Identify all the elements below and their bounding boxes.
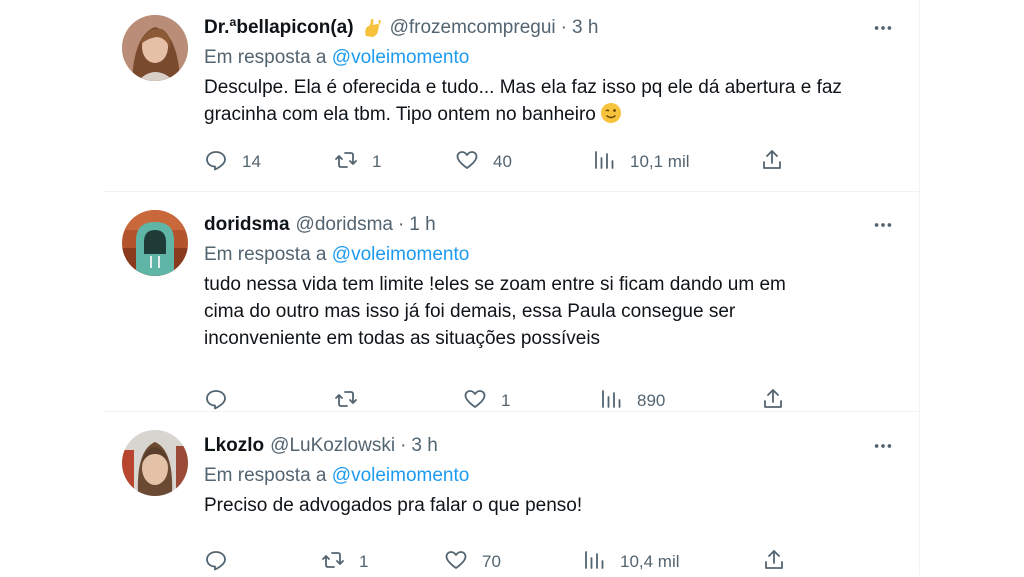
- timestamp[interactable]: 3 h: [411, 435, 437, 457]
- tweet-text-line: cima do outro mas isso já foi demais, es…: [204, 301, 736, 322]
- user-handle[interactable]: @frozemcompregui: [390, 17, 556, 39]
- heart-icon: [444, 548, 468, 577]
- display-name[interactable]: Lkozlo: [204, 435, 264, 457]
- user-handle[interactable]: @doridsma: [296, 214, 393, 236]
- share-button[interactable]: [762, 548, 786, 576]
- tweet[interactable]: doridsma @doridsma · 1 h Em resposta a @…: [103, 192, 920, 412]
- like-button[interactable]: 1: [463, 387, 510, 415]
- user-handle[interactable]: @LuKozlowski: [270, 435, 395, 457]
- tweet-content: Dr.ªbellapicon(a) @frozemcompregui · 3 h…: [204, 14, 904, 171]
- timeline: Dr.ªbellapicon(a) @frozemcompregui · 3 h…: [103, 0, 920, 575]
- retweet-button[interactable]: 1: [321, 548, 368, 576]
- tweet[interactable]: Dr.ªbellapicon(a) @frozemcompregui · 3 h…: [103, 0, 920, 192]
- reply-context: Em resposta a @voleimomento: [204, 462, 904, 490]
- call-me-hand-emoji: [360, 16, 384, 40]
- heart-icon: [455, 148, 479, 177]
- reply-button[interactable]: 14: [204, 148, 261, 176]
- tweet-text-line: inconveniente em todas as situações poss…: [204, 328, 601, 349]
- tweet-text: Preciso de advogados pra falar o que pen…: [204, 492, 904, 519]
- tweet-content: doridsma @doridsma · 1 h Em resposta a @…: [204, 211, 904, 410]
- separator-dot: ·: [397, 214, 405, 235]
- share-button[interactable]: [761, 387, 785, 415]
- views-button[interactable]: 890: [599, 387, 665, 415]
- reply-prefix: Em resposta a: [204, 244, 327, 265]
- share-icon: [762, 548, 786, 577]
- views-button[interactable]: 10,1 mil: [592, 148, 690, 176]
- avatar[interactable]: [122, 210, 188, 276]
- reply-mention-link[interactable]: @voleimomento: [332, 244, 470, 265]
- tweet-header: doridsma @doridsma · 1 h: [204, 211, 904, 239]
- tweet-header: Lkozlo @LuKozlowski · 3 h: [204, 432, 904, 460]
- tweet-content: Lkozlo @LuKozlowski · 3 h Em resposta a …: [204, 432, 904, 571]
- tweet-header: Dr.ªbellapicon(a) @frozemcompregui · 3 h: [204, 14, 904, 42]
- views-chart-icon: [592, 148, 616, 177]
- reply-prefix: Em resposta a: [204, 47, 327, 68]
- views-count: 890: [637, 391, 666, 410]
- reply-context: Em resposta a @voleimomento: [204, 241, 904, 269]
- reply-icon: [204, 148, 228, 177]
- views-count: 10,4 mil: [620, 552, 680, 571]
- separator-dot: ·: [560, 17, 567, 38]
- like-button[interactable]: 70: [444, 548, 501, 576]
- views-button[interactable]: 10,4 mil: [582, 548, 680, 576]
- display-name[interactable]: Dr.ªbellapicon(a): [204, 17, 354, 39]
- tweet-text-line: Desculpe. Ela é oferecida e tudo... Mas …: [204, 77, 842, 98]
- avatar[interactable]: [122, 15, 188, 81]
- reply-button[interactable]: [204, 387, 242, 415]
- timestamp[interactable]: 1 h: [409, 214, 435, 236]
- reply-prefix: Em resposta a: [204, 465, 327, 486]
- separator-dot: ·: [400, 435, 407, 456]
- retweet-count: 1: [359, 552, 369, 571]
- more-horizontal-icon[interactable]: [870, 436, 896, 456]
- views-count: 10,1 mil: [630, 152, 690, 171]
- tweet[interactable]: Lkozlo @LuKozlowski · 3 h Em resposta a …: [103, 412, 920, 575]
- like-count: 1: [501, 391, 511, 410]
- display-name[interactable]: doridsma: [204, 214, 290, 236]
- more-horizontal-icon[interactable]: [870, 215, 896, 235]
- reply-mention-link[interactable]: @voleimomento: [332, 47, 470, 68]
- tweet-actions: 1 890: [204, 387, 794, 415]
- share-icon: [760, 148, 784, 177]
- views-chart-icon: [582, 548, 606, 577]
- reply-context: Em resposta a @voleimomento: [204, 44, 904, 72]
- like-count: 40: [493, 152, 512, 171]
- tweet-text-line: gracinha com ela tbm. Tipo ontem no banh…: [204, 104, 596, 125]
- tweet-actions: 1 70 10,4 mil: [204, 548, 794, 576]
- tweet-text-line: Preciso de advogados pra falar o que pen…: [204, 495, 583, 516]
- avatar[interactable]: [122, 430, 188, 496]
- retweet-icon: [321, 548, 345, 577]
- share-button[interactable]: [760, 148, 784, 176]
- tweet-text: Desculpe. Ela é oferecida e tudo... Mas …: [204, 74, 904, 128]
- winking-face-emoji: [600, 102, 622, 124]
- timestamp[interactable]: 3 h: [572, 17, 598, 39]
- reply-mention-link[interactable]: @voleimomento: [332, 465, 470, 486]
- reply-icon: [204, 548, 228, 577]
- like-count: 70: [482, 552, 501, 571]
- tweet-text: tudo nessa vida tem limite !eles se zoam…: [204, 271, 904, 352]
- tweet-text-line: tudo nessa vida tem limite !eles se zoam…: [204, 274, 786, 295]
- retweet-button[interactable]: 1: [334, 148, 381, 176]
- tweet-text-line-wrap: gracinha com ela tbm. Tipo ontem no banh…: [204, 101, 904, 128]
- reply-count: 14: [242, 152, 261, 171]
- more-horizontal-icon[interactable]: [870, 18, 896, 38]
- retweet-count: 1: [372, 152, 382, 171]
- retweet-button[interactable]: [334, 387, 372, 415]
- reply-button[interactable]: [204, 548, 242, 576]
- tweet-actions: 14 1 40 10,1 mil: [204, 148, 794, 176]
- like-button[interactable]: 40: [455, 148, 512, 176]
- retweet-icon: [334, 148, 358, 177]
